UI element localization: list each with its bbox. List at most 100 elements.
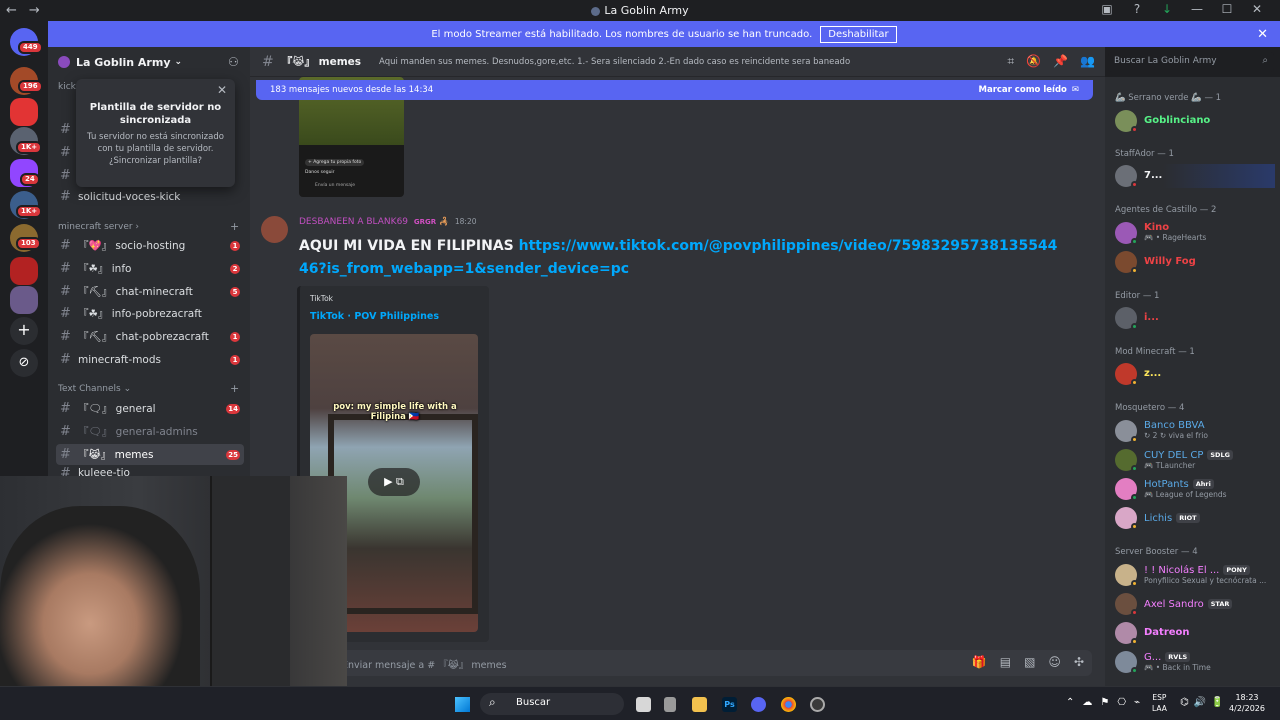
member-item[interactable]: Willy Fog [1115, 250, 1275, 274]
member-item[interactable]: G... RVLS 🎮 • Back in Time [1115, 650, 1275, 674]
discord-icon[interactable] [751, 697, 766, 712]
status-dot [1131, 238, 1138, 245]
add-member-icon[interactable]: ⚇ [228, 55, 239, 69]
server-badge: 449 [18, 41, 43, 54]
member-item[interactable]: Banco BBVA ↻ 2 ↻ viva el frio [1115, 419, 1275, 443]
channel-label: 『🗨』 general-admins [78, 426, 198, 438]
banner-close-icon[interactable]: ✕ [1257, 27, 1268, 42]
channel-solicitud-voces-kick[interactable]: # solicitud-voces-kick [56, 186, 244, 207]
taskview-icon[interactable] [636, 697, 651, 712]
unread-badge: 2 [230, 263, 240, 274]
category-header[interactable]: minecraft server › [58, 222, 139, 232]
window-frame [328, 414, 478, 614]
avatar [1115, 622, 1138, 645]
channel-item[interactable]: # 『🗨』 general-admins [56, 421, 244, 442]
inbox-icon[interactable]: ▣ [1092, 2, 1122, 16]
avatar [1115, 420, 1138, 443]
file-explorer-icon[interactable] [692, 697, 707, 712]
channel-topic[interactable]: Aqui manden sus memes. Desnudos,gore,etc… [379, 57, 850, 67]
play-button[interactable]: ▶ ⧉ [368, 468, 420, 496]
member-item[interactable]: CUY DEL CP SDLG 🎮 TLauncher [1115, 448, 1275, 472]
pin-icon[interactable]: 📌 [1053, 54, 1068, 69]
channel-item[interactable]: # 『⛏』 chat-minecraft 5 [56, 281, 244, 302]
server-header[interactable]: La Goblin Army ⌄ ⚇ [48, 47, 250, 77]
member-item[interactable]: z... [1115, 362, 1275, 386]
hash-icon: # [60, 329, 71, 344]
disable-streamer-button[interactable]: Deshabilitar [820, 25, 897, 43]
category-label: minecraft server [58, 222, 133, 232]
close-window-button[interactable]: ✕ [1242, 2, 1272, 16]
sticker-icon[interactable]: ▧ [1024, 655, 1035, 669]
member-item[interactable]: HotPants Ahri 🎮 League of Legends [1115, 477, 1275, 501]
gift-icon[interactable]: 🎁 [972, 655, 987, 669]
category-header[interactable]: Text Channels ⌄ [58, 384, 131, 394]
member-item[interactable]: 7... [1115, 164, 1275, 188]
close-icon[interactable]: ✕ [217, 83, 227, 97]
message-input[interactable]: Enviar mensaje a # 『😹』 memes 🎁 ▤ ▧ ☺ ✣ [266, 650, 1092, 676]
hash-icon: # [60, 189, 71, 204]
mark-as-read-button[interactable]: Marcar como leído [979, 85, 1067, 95]
app-icon[interactable] [664, 697, 676, 712]
popup-body[interactable]: Tu servidor no está sincronizado con tu … [86, 131, 225, 167]
help-icon[interactable]: ? [1122, 2, 1152, 16]
member-activity: 🎮 League of Legends [1144, 489, 1227, 499]
language-indicator[interactable]: ESP LAA [1152, 692, 1167, 714]
discover-icon[interactable]: ⊘ [10, 349, 38, 377]
status-dot [1131, 267, 1138, 274]
taskbar-clock[interactable]: 18:23 4/2/2026 [1222, 692, 1272, 714]
add-server-icon[interactable]: + [10, 317, 38, 345]
notification-bell-icon[interactable]: 🔕 [1026, 54, 1041, 69]
add-channel-icon[interactable]: + [230, 382, 239, 395]
embed-provider: TikTok [310, 294, 334, 303]
hash-icon: # [60, 284, 71, 299]
channel-item[interactable]: # 『💖』 socio-hosting 1 [56, 235, 244, 256]
member-item[interactable]: Goblinciano [1115, 109, 1275, 133]
server-icon[interactable] [10, 98, 38, 126]
member-item[interactable]: Kino 🎮 • RageHearts [1115, 221, 1275, 245]
status-dot [1131, 465, 1138, 472]
search-input[interactable]: Buscar La Goblin Army ⌕ [1108, 52, 1274, 72]
system-tray[interactable]: ⌃☁⚑⎔⌁ [1066, 697, 1148, 708]
status-dot [1131, 638, 1138, 645]
windows-start-icon[interactable] [455, 697, 470, 712]
new-messages-bar[interactable]: 183 mensajes nuevos desde las 14:34 Marc… [256, 80, 1093, 100]
channel-item[interactable]: # 『☘』 info-pobrezacraft [56, 303, 244, 324]
channel-header: # 『😹』 memes Aqui manden sus memes. Desnu… [250, 47, 1105, 77]
hash-icon: # [60, 352, 71, 367]
member-list-icon[interactable]: 👥 [1080, 54, 1095, 69]
channel-item[interactable]: # 『☘』 info 2 [56, 258, 244, 279]
member-item[interactable]: Lichis RIOT [1115, 506, 1275, 530]
channel-item[interactable]: # 『🗨』 general 14 [56, 398, 244, 419]
chrome-icon[interactable] [781, 697, 796, 712]
user-avatar[interactable] [261, 216, 288, 243]
apps-icon[interactable]: ✣ [1074, 655, 1084, 669]
channel-item[interactable]: # 『⛏』 chat-pobrezacraft 1 [56, 326, 244, 347]
server-icon[interactable] [10, 257, 38, 285]
taskbar-search[interactable]: ⌕ Buscar [480, 693, 624, 715]
member-item[interactable]: Axel Sandro STAR [1115, 592, 1275, 616]
member-item[interactable]: ! ! Nicolás El ... PONY Ponyfilico Sexual … [1115, 563, 1275, 587]
search-icon: ⌕ [489, 695, 496, 709]
download-icon[interactable]: ↓ [1152, 2, 1182, 16]
channel-item[interactable]: # minecraft-mods 1 [56, 349, 244, 370]
hash-icon: # [60, 238, 71, 253]
threads-icon[interactable]: ⌗ [1007, 54, 1014, 69]
emoji-icon[interactable]: ☺ [1048, 655, 1061, 669]
hash-icon: # [60, 447, 71, 462]
add-channel-icon[interactable]: + [230, 220, 239, 233]
member-activity: 🎮 TLauncher [1144, 460, 1196, 470]
member-group-header: StaffAdor — 1 [1115, 149, 1174, 159]
gif-icon[interactable]: ▤ [1000, 655, 1011, 669]
server-icon[interactable] [10, 286, 38, 314]
message-author[interactable]: DESBANEEN A BLANK69 [299, 217, 408, 227]
channel-item-selected[interactable]: # 『😹』 memes 25 [56, 444, 244, 465]
minimize-button[interactable]: — [1182, 2, 1212, 16]
maximize-button[interactable]: ☐ [1212, 2, 1242, 16]
embed-title[interactable]: TikTok · POV Philippines [310, 311, 439, 322]
app-icon[interactable] [810, 697, 825, 712]
avatar [1115, 222, 1138, 245]
server-badge: 1K+ [16, 205, 43, 218]
member-item[interactable]: i... [1115, 306, 1275, 330]
member-item[interactable]: Datreon [1115, 621, 1275, 645]
photoshop-icon[interactable]: Ps [722, 697, 737, 712]
